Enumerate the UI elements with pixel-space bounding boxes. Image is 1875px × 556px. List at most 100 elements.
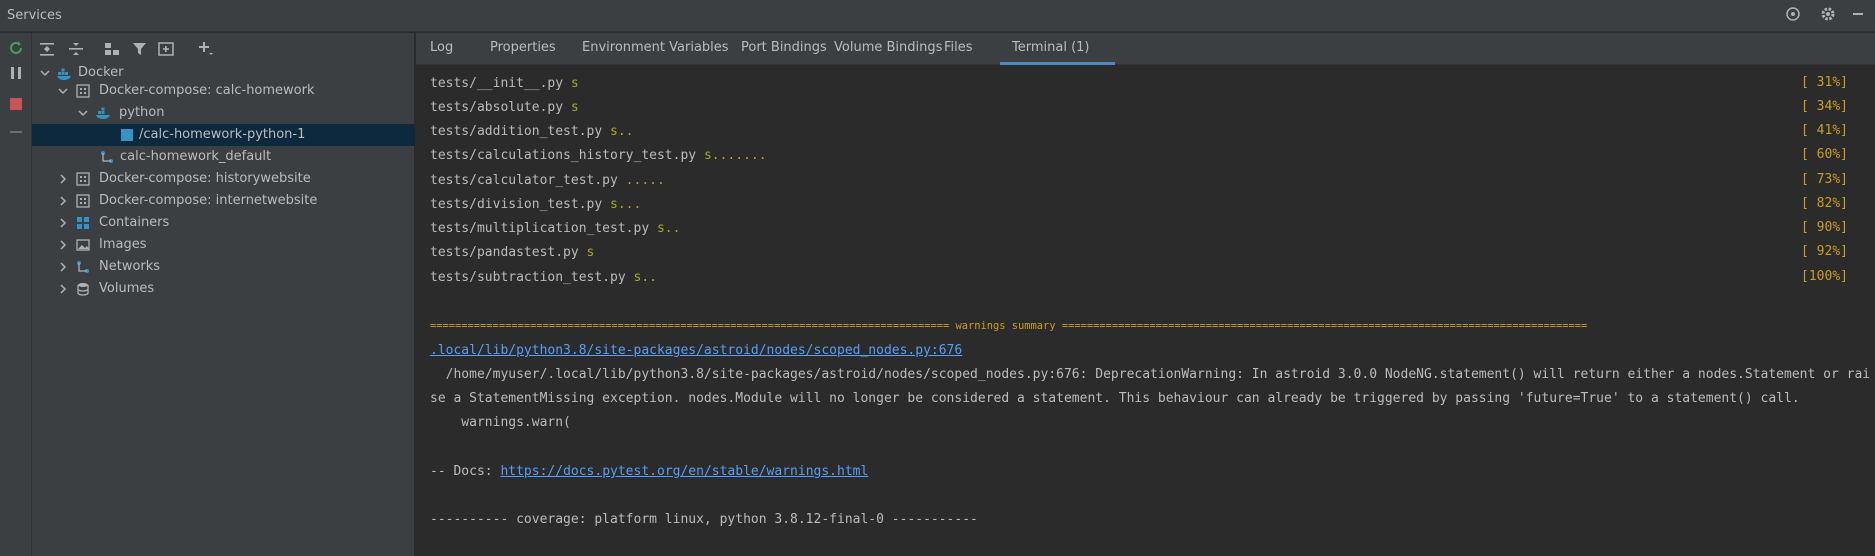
warning-message-line: warnings.warn(	[430, 415, 571, 430]
collapse-all-icon[interactable]	[66, 39, 86, 59]
pause-icon[interactable]	[6, 63, 26, 83]
window-title: Services	[7, 8, 62, 23]
tree-item-python[interactable]: python	[32, 102, 415, 124]
terminal-line: tests/addition_test.py s..	[430, 124, 634, 139]
warning-message-line: /home/myuser/.local/lib/python3.8/site-p…	[430, 367, 1871, 382]
rerun-icon[interactable]	[6, 38, 26, 58]
tree-item-container-calc-homework-python-1[interactable]: /calc-homework-python-1	[32, 124, 415, 146]
test-progress-percent: [ 60%]	[1801, 147, 1848, 162]
tree-item-label: Docker-compose: historywebsite	[99, 171, 311, 186]
test-progress-percent: [ 34%]	[1801, 99, 1848, 114]
compose-icon	[75, 171, 91, 187]
tab-properties[interactable]: Properties	[478, 33, 568, 65]
tree-item-network-calc-homework-default[interactable]: calc-homework_default	[32, 146, 415, 168]
test-progress-percent: [ 90%]	[1801, 220, 1848, 235]
tab-log[interactable]: Log	[418, 33, 465, 65]
add-service-icon[interactable]	[196, 39, 216, 59]
terminal-line: tests/subtraction_test.py s..	[430, 270, 657, 285]
filter-icon[interactable]	[130, 39, 150, 59]
test-progress-percent: [ 73%]	[1801, 172, 1848, 187]
chevron-down-icon[interactable]	[76, 105, 90, 121]
tree-item-compose-historywebsite[interactable]: Docker-compose: historywebsite	[32, 168, 415, 190]
tab-files[interactable]: Files	[932, 33, 985, 65]
test-result-marks: s..	[656, 221, 681, 236]
new-tab-icon[interactable]	[156, 39, 176, 59]
test-progress-percent: [ 41%]	[1801, 123, 1848, 138]
chevron-right-icon[interactable]	[56, 193, 70, 209]
tab-terminal[interactable]: Terminal (1)	[1000, 33, 1115, 65]
test-result-marks: s..	[610, 124, 634, 139]
warning-message-line: se a StatementMissing exception. nodes.M…	[430, 391, 1800, 406]
tree-item-label: Images	[99, 237, 147, 252]
compose-icon	[75, 83, 91, 99]
test-progress-percent: [100%]	[1801, 269, 1848, 284]
stop-icon[interactable]	[6, 94, 26, 114]
tree-item-images[interactable]: Images	[32, 234, 415, 256]
network-icon	[99, 149, 115, 165]
group-by-icon[interactable]	[102, 39, 122, 59]
tree-item-label: Docker	[78, 65, 124, 80]
test-result-marks: .....	[625, 173, 665, 188]
chevron-right-icon[interactable]	[56, 281, 70, 297]
tree-item-label: python	[119, 105, 165, 120]
details-tabs: Log Properties Environment Variables Por…	[416, 33, 1875, 65]
crosshair-icon[interactable]	[1783, 6, 1803, 26]
volumes-icon	[75, 281, 91, 297]
chevron-down-icon[interactable]	[56, 83, 70, 99]
docker-icon	[56, 65, 72, 81]
terminal-line: tests/calculator_test.py .....	[430, 173, 665, 188]
test-result-marks: s..	[633, 270, 657, 285]
images-icon	[75, 237, 91, 253]
services-tree-panel: Docker Docker-compose: calc-homework pyt…	[32, 33, 415, 556]
test-progress-percent: [ 82%]	[1801, 196, 1848, 211]
chevron-down-icon[interactable]	[38, 65, 52, 81]
minimize-icon[interactable]	[1848, 6, 1868, 26]
tree-item-label: Docker-compose: calc-homework	[99, 83, 315, 98]
docker-service-icon	[95, 105, 111, 121]
coverage-line: ---------- coverage: platform linux, pyt…	[430, 512, 978, 527]
tree-item-containers[interactable]: Containers	[32, 212, 415, 234]
test-result-marks: s...	[610, 197, 642, 212]
warning-source-link[interactable]: .local/lib/python3.8/site-packages/astro…	[430, 342, 962, 360]
tree-item-networks[interactable]: Networks	[32, 256, 415, 278]
terminal-output[interactable]: tests/__init__.py s [ 31%] tests/absolut…	[416, 66, 1875, 556]
tree-item-volumes[interactable]: Volumes	[32, 278, 415, 300]
gear-icon[interactable]	[1818, 6, 1838, 26]
chevron-right-icon[interactable]	[56, 171, 70, 187]
tab-environment-variables[interactable]: Environment Variables	[570, 33, 741, 65]
tree-item-compose-internetwebsite[interactable]: Docker-compose: internetwebsite	[32, 190, 415, 212]
test-result-marks: s	[570, 76, 579, 91]
tree-item-label: Docker-compose: internetwebsite	[99, 193, 318, 208]
test-result-marks: s	[570, 100, 579, 115]
networks-icon	[75, 259, 91, 275]
title-bar: Services	[0, 0, 1875, 32]
test-result-marks: s	[586, 245, 595, 260]
tree-item-label: /calc-homework-python-1	[139, 127, 306, 142]
tree-item-compose-calc-homework[interactable]: Docker-compose: calc-homework	[32, 80, 415, 102]
details-panel: Log Properties Environment Variables Por…	[416, 33, 1875, 556]
test-result-marks: s.......	[703, 148, 767, 163]
services-actions-toolbar	[0, 33, 32, 556]
tree-item-label: Volumes	[99, 281, 155, 296]
terminal-line: tests/multiplication_test.py s..	[430, 221, 681, 236]
docs-line: -- Docs: https://docs.pytest.org/en/stab…	[430, 464, 869, 479]
chevron-right-icon[interactable]	[56, 215, 70, 231]
terminal-line: tests/calculations_history_test.py s....…	[430, 148, 767, 163]
terminal-line: tests/__init__.py s	[430, 76, 579, 91]
warnings-summary-header: ========================================…	[430, 320, 1588, 332]
chevron-right-icon[interactable]	[56, 259, 70, 275]
docs-link[interactable]: https://docs.pytest.org/en/stable/warnin…	[500, 464, 868, 479]
tree-toolbar	[32, 33, 415, 65]
test-progress-percent: [ 31%]	[1801, 75, 1848, 90]
terminal-line: tests/absolute.py s	[430, 100, 579, 115]
tree-item-label: Containers	[99, 215, 170, 230]
compose-icon	[75, 193, 91, 209]
minus-icon[interactable]	[6, 122, 26, 142]
expand-all-icon[interactable]	[37, 39, 57, 59]
chevron-right-icon[interactable]	[56, 237, 70, 253]
tree-item-label: Networks	[99, 259, 161, 274]
tree-item-label: calc-homework_default	[120, 149, 272, 164]
terminal-line: tests/division_test.py s...	[430, 197, 642, 212]
container-icon	[119, 127, 135, 143]
test-progress-percent: [ 92%]	[1801, 244, 1848, 259]
